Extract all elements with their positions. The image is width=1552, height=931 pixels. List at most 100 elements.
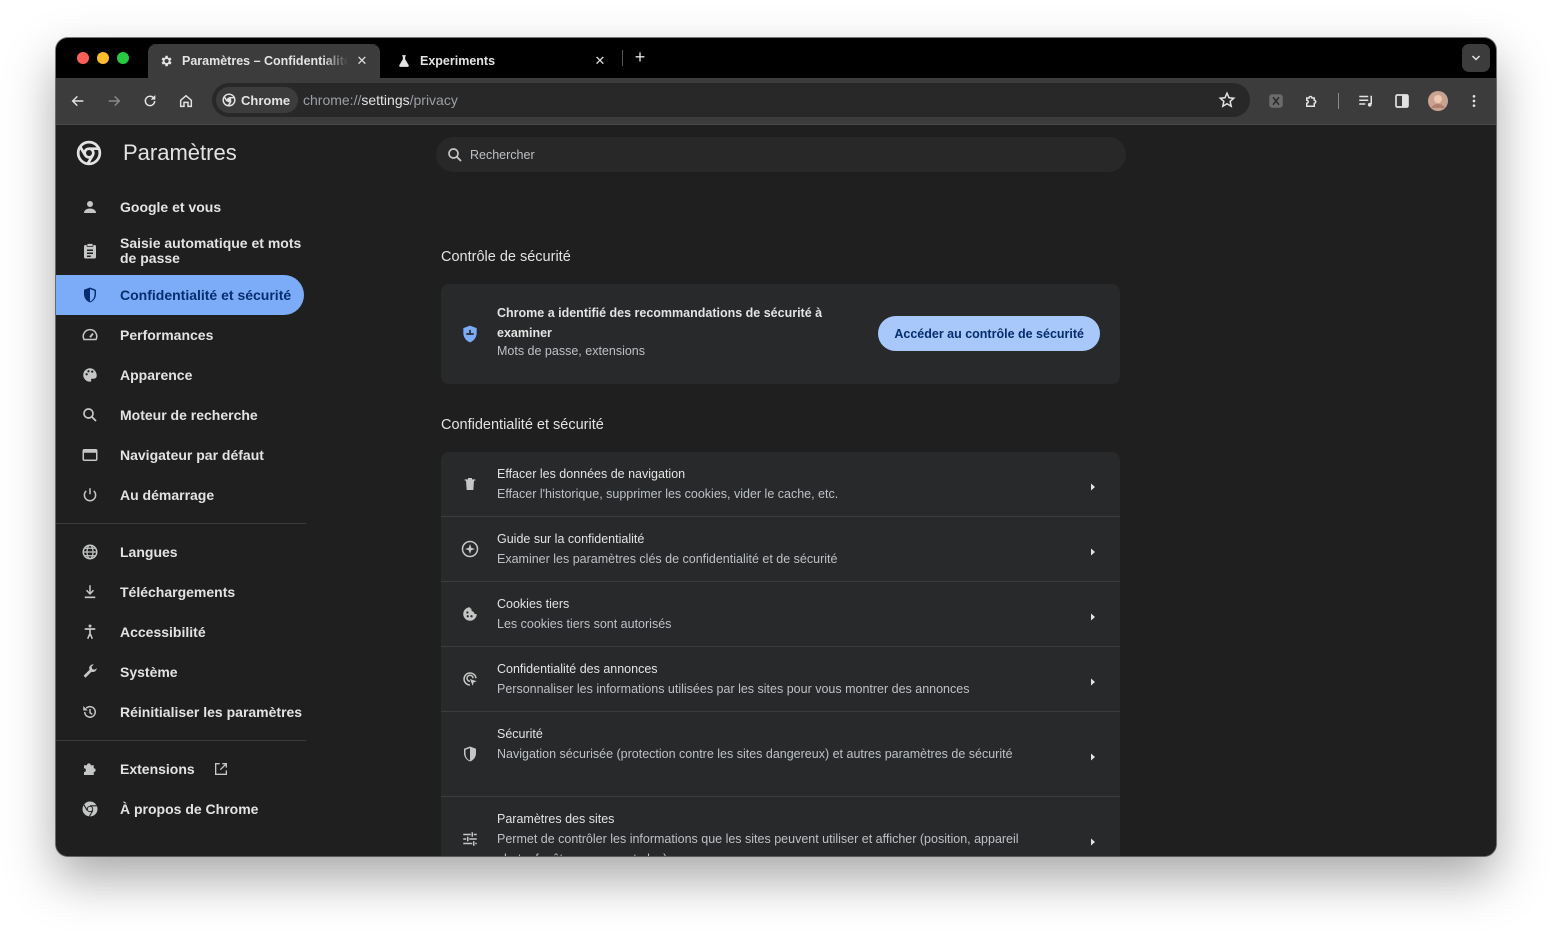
row-subtitle: Les cookies tiers sont autorisés (497, 617, 672, 631)
sidebar-item-label: Navigateur par défaut (120, 447, 264, 463)
sidebar-item-label: Réinitialiser les paramètres (120, 704, 303, 720)
sidebar-item-label: À propos de Chrome (120, 801, 259, 817)
row-site-settings[interactable]: Paramètres des sites Permet de contrôler… (441, 797, 1120, 856)
close-tab-icon[interactable]: ✕ (592, 53, 608, 69)
arrow-right-icon (1088, 834, 1098, 846)
sidebar-item-google[interactable]: Google et vous (56, 187, 304, 227)
chrome-icon (222, 93, 236, 107)
wrench-icon (80, 662, 100, 682)
security-shield-icon (460, 744, 480, 764)
sidebar-item-label: Système (120, 664, 178, 680)
side-panel-icon (1395, 94, 1409, 108)
sidebar-item-reset[interactable]: Réinitialiser les paramètres (56, 692, 304, 732)
omnibox[interactable]: Chrome chrome://settings/privacy (212, 83, 1250, 117)
bookmark-star-icon[interactable] (1218, 91, 1236, 109)
privacy-list-card: Effacer les données de navigation Efface… (441, 452, 1120, 856)
arrow-right-icon (1088, 749, 1098, 761)
search-icon (80, 405, 100, 425)
tab-title: Experiments (420, 54, 496, 68)
row-title: Sécurité (497, 727, 543, 741)
maximize-window-button[interactable] (117, 52, 129, 64)
back-button[interactable] (66, 89, 90, 113)
sidebar-item-label: Saisie automatique et mots de passe (120, 235, 302, 266)
toolbar-separator (1338, 93, 1339, 109)
sidebar-item-label: Extensions (120, 761, 195, 777)
arrow-right-icon (1088, 609, 1098, 621)
row-subtitle: Navigation sécurisée (protection contre … (497, 747, 1013, 761)
sidebar-item-search-engine[interactable]: Moteur de recherche (56, 395, 304, 435)
page-title: Paramètres (123, 140, 237, 165)
arrow-right-icon (1088, 479, 1098, 491)
row-third-party-cookies[interactable]: Cookies tiers Les cookies tiers sont aut… (441, 582, 1120, 647)
forward-button[interactable] (102, 89, 126, 113)
sidebar-item-system[interactable]: Système (56, 652, 304, 692)
row-privacy-guide[interactable]: Guide sur la confidentialité Examiner le… (441, 517, 1120, 582)
sidebar-nav: Google et vous Saisie automatique et mot… (56, 187, 306, 829)
nav-divider (56, 523, 306, 524)
settings-search[interactable] (436, 137, 1126, 172)
row-clear-browsing-data[interactable]: Effacer les données de navigation Efface… (441, 452, 1120, 517)
profile-avatar[interactable] (1426, 89, 1450, 113)
sidebar-item-label: Téléchargements (120, 584, 236, 600)
row-title: Paramètres des sites (497, 812, 615, 826)
sidebar-item-privacy[interactable]: Confidentialité et sécurité (56, 275, 304, 315)
sidebar-item-label: Confidentialité et sécurité (120, 287, 292, 303)
url-text[interactable]: chrome://settings/privacy (303, 92, 458, 108)
sidebar-item-startup[interactable]: Au démarrage (56, 475, 304, 515)
row-subtitle: Effacer l'historique, supprimer les cook… (497, 487, 839, 501)
chevron-down-icon (1471, 55, 1481, 61)
browser-icon (80, 445, 100, 465)
sidebar-item-downloads[interactable]: Téléchargements (56, 572, 304, 612)
gear-icon (158, 53, 174, 69)
sidebar-item-default-browser[interactable]: Navigateur par défaut (56, 435, 304, 475)
site-info-chip[interactable]: Chrome (216, 87, 299, 113)
sidebar-item-label: Accessibilité (120, 624, 206, 640)
arrow-right-icon (108, 95, 121, 107)
tab-experiments[interactable]: Experiments ✕ (386, 44, 618, 78)
minimize-window-button[interactable] (97, 52, 109, 64)
tab-settings[interactable]: Paramètres – Confidentialité et sécurité… (148, 44, 380, 78)
sidebar-item-appearance[interactable]: Apparence (56, 355, 304, 395)
sidebar-item-about[interactable]: À propos de Chrome (56, 789, 304, 829)
row-title: Cookies tiers (497, 597, 570, 611)
safety-shield-icon (460, 324, 480, 344)
section-title-privacy: Confidentialité et sécurité (441, 417, 604, 433)
section-title-safety-check: Contrôle de sécurité (441, 249, 571, 265)
tab-search-button[interactable] (1462, 44, 1490, 72)
arrow-right-icon (1088, 674, 1098, 686)
compass-icon (460, 539, 480, 559)
row-security[interactable]: Sécurité Navigation sécurisée (protectio… (441, 712, 1120, 797)
chrome-icon (80, 799, 100, 819)
row-ad-privacy[interactable]: Confidentialité des annonces Personnalis… (441, 647, 1120, 712)
arrow-right-icon (1088, 544, 1098, 556)
puzzle-icon (80, 759, 100, 779)
playlist-icon (1359, 95, 1372, 107)
search-input[interactable] (470, 147, 1070, 162)
accessibility-icon (80, 622, 100, 642)
reload-icon (144, 95, 156, 107)
download-icon (80, 582, 100, 602)
sidebar-item-languages[interactable]: Langues (56, 532, 304, 572)
sidebar-item-autofill[interactable]: Saisie automatique et mots de passe (56, 227, 304, 275)
sidebar-item-performance[interactable]: Performances (56, 315, 304, 355)
safety-check-subtitle: Mots de passe, extensions (497, 344, 645, 358)
extension-button[interactable] (1264, 89, 1288, 113)
close-tab-icon[interactable]: ✕ (354, 53, 370, 69)
safety-check-button[interactable]: Accéder au contrôle de sécurité (878, 316, 1100, 351)
url-path: /privacy (409, 92, 458, 108)
url-host: settings (361, 92, 410, 108)
close-window-button[interactable] (77, 52, 89, 64)
row-subtitle: Examiner les paramètres clés de confiden… (497, 552, 838, 566)
menu-button[interactable] (1462, 89, 1486, 113)
home-button[interactable] (174, 89, 198, 113)
speedometer-icon (80, 325, 100, 345)
palette-icon (80, 365, 100, 385)
tab-strip: Paramètres – Confidentialité et sécurité… (56, 38, 1496, 78)
extensions-menu-button[interactable] (1300, 89, 1324, 113)
sidebar-item-extensions[interactable]: Extensions (56, 749, 304, 789)
sidebar-item-accessibility[interactable]: Accessibilité (56, 612, 304, 652)
reload-button[interactable] (138, 89, 162, 113)
side-panel-button[interactable] (1390, 89, 1414, 113)
new-tab-button[interactable]: + (630, 48, 650, 68)
media-button[interactable] (1354, 89, 1378, 113)
